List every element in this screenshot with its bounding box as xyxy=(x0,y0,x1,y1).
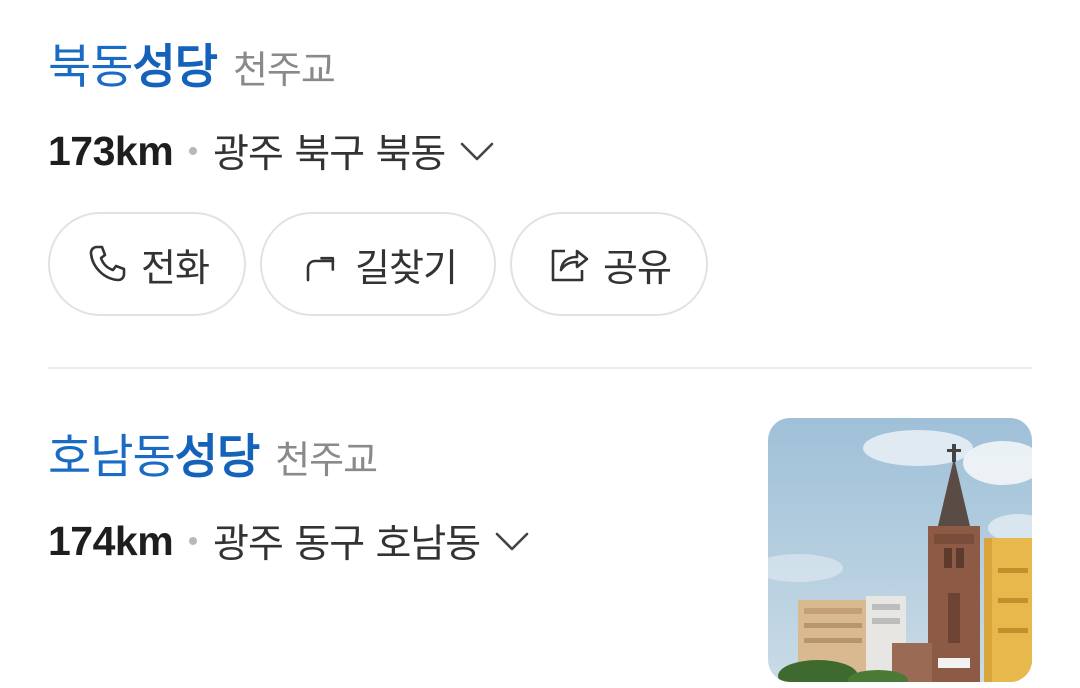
place-name-highlight: 성당 xyxy=(132,40,217,95)
directions-arrow-icon xyxy=(299,242,343,286)
address-text[interactable]: 광주 동구 호남동 xyxy=(213,513,481,569)
separator-dot xyxy=(189,147,198,155)
place-name-link[interactable]: 호남동성당 xyxy=(48,418,260,487)
church-photo xyxy=(768,418,1032,682)
chevron-down-icon[interactable] xyxy=(494,529,530,553)
action-buttons: 전화 길찾기 공유 xyxy=(48,212,708,316)
address-text[interactable]: 광주 북구 북동 xyxy=(213,123,446,179)
directions-button[interactable]: 길찾기 xyxy=(260,212,496,316)
place-name-prefix: 호남동 xyxy=(48,430,176,485)
place-name-prefix: 북동 xyxy=(48,40,133,95)
place-category: 천주교 xyxy=(275,438,378,482)
result-divider xyxy=(48,367,1032,369)
share-icon xyxy=(547,242,591,286)
search-result-1[interactable]: 북동성당 천주교 173km 광주 북구 북동 xyxy=(48,28,1032,179)
place-thumbnail[interactable] xyxy=(768,418,1032,682)
separator-dot xyxy=(189,537,198,545)
place-name-link[interactable]: 북동성당 xyxy=(48,28,218,97)
distance-text: 173km xyxy=(48,127,174,174)
result-title-row: 북동성당 천주교 xyxy=(48,28,1032,97)
call-label: 전화 xyxy=(141,245,210,290)
directions-label: 길찾기 xyxy=(355,245,458,290)
place-category: 천주교 xyxy=(232,48,336,92)
place-name-highlight: 성당 xyxy=(174,430,260,485)
share-label: 공유 xyxy=(603,245,672,290)
call-button[interactable]: 전화 xyxy=(48,212,246,316)
chevron-down-icon[interactable] xyxy=(459,139,495,163)
result-meta-row: 173km 광주 북구 북동 xyxy=(48,123,1032,179)
phone-icon xyxy=(85,242,129,286)
distance-text: 174km xyxy=(48,517,174,564)
share-button[interactable]: 공유 xyxy=(510,212,708,316)
